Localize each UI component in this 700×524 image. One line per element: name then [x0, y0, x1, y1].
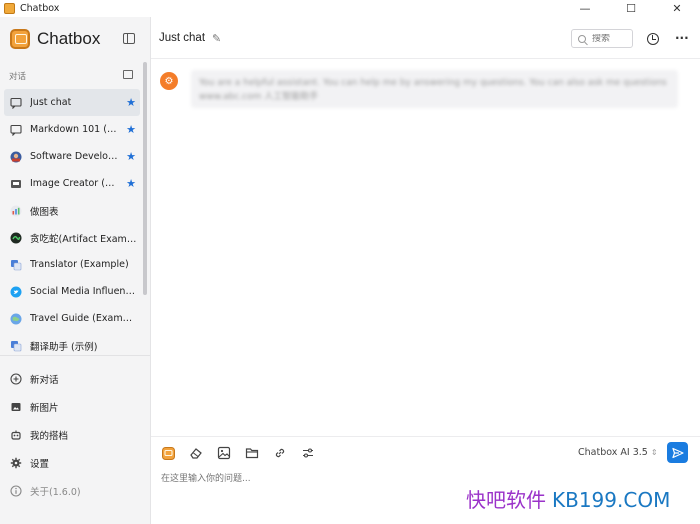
watermark-en: KB199.COM: [552, 488, 671, 512]
search-input[interactable]: [592, 33, 632, 44]
maximize-button[interactable]: ☐: [608, 0, 654, 17]
session-item-social-media[interactable]: Social Media Influencer (Example): [4, 278, 140, 305]
send-icon: [671, 447, 684, 458]
close-button[interactable]: ✕: [654, 0, 700, 17]
plus-circle-icon: [10, 373, 22, 385]
star-icon[interactable]: ★: [126, 177, 136, 190]
translator-avatar-icon: [10, 340, 22, 352]
pencil-icon[interactable]: ✎: [212, 32, 221, 45]
sliders-icon[interactable]: [301, 446, 315, 460]
image-creator-icon: [10, 178, 22, 190]
sidebar-scrollbar[interactable]: [143, 62, 147, 295]
minimize-button[interactable]: —: [562, 0, 608, 17]
session-item-translation-assistant[interactable]: 翻译助手 (示例): [4, 332, 140, 355]
session-label: Social Media Influencer (Example): [30, 286, 138, 297]
translator-avatar-icon: [10, 259, 22, 271]
search-icon: [578, 34, 586, 43]
eraser-icon[interactable]: [189, 446, 203, 460]
twitter-avatar-icon: [10, 286, 22, 298]
link-icon[interactable]: [273, 446, 287, 460]
new-image-button[interactable]: 新图片: [0, 393, 150, 421]
session-item-just-chat[interactable]: Just chat ★: [4, 89, 140, 116]
chatbox-logo-icon[interactable]: [161, 446, 175, 460]
system-gear-icon: ⚙: [160, 72, 178, 90]
session-label: Markdown 101 (Example): [30, 124, 118, 135]
app-icon: [4, 3, 15, 14]
session-label: Just chat: [30, 97, 72, 108]
system-message-text[interactable]: You are a helpful assistant. You can hel…: [191, 70, 678, 108]
archive-icon[interactable]: [123, 70, 133, 79]
session-label: Image Creator (Example): [30, 178, 118, 189]
chatbox-logo-icon: [10, 29, 30, 49]
star-icon[interactable]: ★: [126, 123, 136, 136]
new-chat-button[interactable]: 新对话: [0, 365, 150, 393]
info-icon: [10, 485, 22, 497]
main-panel: Just chat ✎ ··· ⚙ You are a helpful assi…: [151, 17, 700, 524]
watermark-cn: 快吧软件: [466, 488, 546, 512]
chat-bubble-icon: [10, 97, 22, 109]
session-list: Just chat ★ Markdown 101 (Example) ★ Sof…: [4, 89, 140, 355]
window-controls: — ☐ ✕: [562, 0, 700, 17]
globe-avatar-icon: [10, 313, 22, 325]
collapse-sidebar-icon[interactable]: [123, 33, 135, 44]
robot-icon: [10, 429, 22, 441]
gear-icon: [10, 457, 22, 469]
session-label: 翻译助手 (示例): [30, 341, 98, 353]
history-icon[interactable]: [647, 33, 659, 45]
section-label: 对话: [9, 72, 27, 82]
sidebar-footer: 新对话 新图片 我的搭档 设置 关于(1.6.0): [0, 355, 150, 505]
session-item-translator[interactable]: Translator (Example): [4, 251, 140, 278]
about-button[interactable]: 关于(1.6.0): [0, 477, 150, 505]
more-options-icon[interactable]: ···: [675, 31, 689, 45]
session-label: 做图表: [30, 206, 59, 218]
session-label: Translator (Example): [30, 259, 129, 270]
sidebar: Chatbox 对话 Just chat ★ Markdown 101 (Exa…: [0, 17, 151, 524]
session-item-travel-guide[interactable]: Travel Guide (Example): [4, 305, 140, 332]
new-chat-label: 新对话: [30, 375, 59, 386]
settings-button[interactable]: 设置: [0, 449, 150, 477]
chat-title[interactable]: Just chat: [159, 32, 205, 44]
model-name: Chatbox AI 3.5: [578, 447, 648, 458]
session-item-image-creator[interactable]: Image Creator (Example) ★: [4, 170, 140, 197]
session-label: Travel Guide (Example): [30, 313, 138, 324]
brand-name: Chatbox: [37, 29, 101, 48]
search-box[interactable]: [571, 29, 633, 48]
about-label: 关于(1.6.0): [30, 487, 81, 498]
model-selector[interactable]: Chatbox AI 3.5 ⇕: [578, 447, 658, 458]
my-partners-button[interactable]: 我的搭档: [0, 421, 150, 449]
session-label: 贪吃蛇(Artifact Example): [30, 233, 138, 245]
chart-avatar-icon: [10, 205, 22, 217]
system-message: ⚙ You are a helpful assistant. You can h…: [160, 70, 679, 108]
folder-icon[interactable]: [245, 446, 259, 460]
chat-header: Just chat ✎ ···: [151, 17, 700, 59]
session-item-snake[interactable]: 贪吃蛇(Artifact Example): [4, 224, 140, 251]
settings-label: 设置: [30, 459, 50, 470]
chevron-updown-icon: ⇕: [650, 448, 658, 457]
window-title: Chatbox: [20, 3, 60, 14]
star-icon[interactable]: ★: [126, 150, 136, 163]
composer: Chatbox AI 3.5⇕ 快吧软件KB199.COM: [151, 436, 700, 524]
session-item-software-developer[interactable]: Software Developer (Example) ★: [4, 143, 140, 170]
session-item-markdown[interactable]: Markdown 101 (Example) ★: [4, 116, 140, 143]
send-button[interactable]: [667, 442, 688, 463]
watermark: 快吧软件 KB199.COM: [466, 484, 670, 513]
brand: Chatbox: [10, 29, 100, 49]
new-image-label: 新图片: [30, 403, 59, 414]
composer-toolbar: [161, 445, 329, 461]
snake-avatar-icon: [10, 232, 22, 244]
star-icon[interactable]: ★: [126, 96, 136, 109]
image-add-icon: [10, 401, 22, 413]
session-item-chart[interactable]: 做图表: [4, 197, 140, 224]
window-titlebar: Chatbox — ☐ ✕: [0, 0, 700, 17]
developer-avatar-icon: [10, 151, 22, 163]
image-icon[interactable]: [217, 446, 231, 460]
my-partners-label: 我的搭档: [30, 431, 69, 442]
session-label: Software Developer (Example): [30, 151, 118, 162]
chat-bubble-icon: [10, 124, 22, 136]
